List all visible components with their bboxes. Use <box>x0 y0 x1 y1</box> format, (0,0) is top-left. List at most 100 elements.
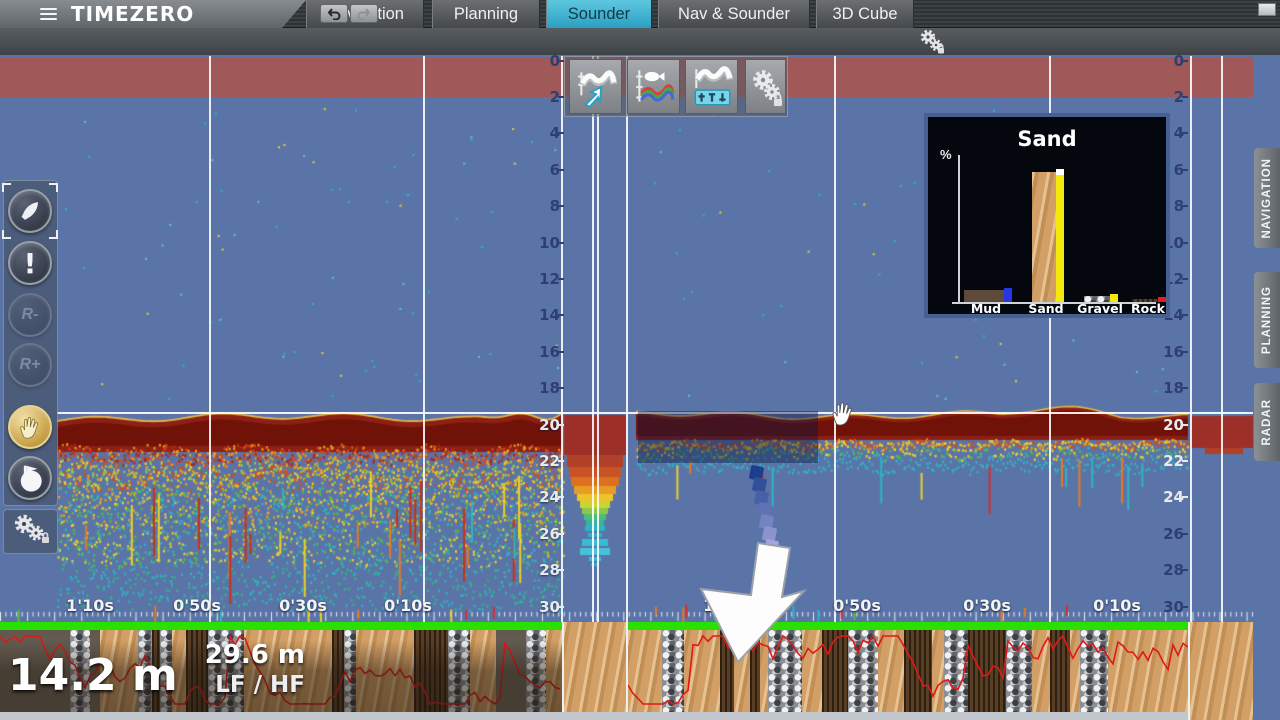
sounder-settings-button[interactable] <box>745 59 786 114</box>
range-minus-icon: R- <box>22 306 39 324</box>
depth-label: 16 <box>1144 343 1184 361</box>
depth-tick <box>1182 205 1188 207</box>
depth-tick <box>1182 132 1188 134</box>
tab-sounder[interactable]: Sounder <box>546 0 652 28</box>
range-in-button[interactable]: R+ <box>6 341 54 389</box>
sidebar-tab-planning[interactable]: PLANNING <box>1254 272 1280 368</box>
depth-label: 2 <box>1144 88 1184 106</box>
popup-bar-cap <box>1056 169 1064 175</box>
popup-bar-accent <box>1056 170 1064 302</box>
workspace-settings-button[interactable] <box>916 28 950 55</box>
depth-label: 26 <box>520 525 560 543</box>
time-label: 0'10s <box>373 596 443 615</box>
tab-label: Nav & Sounder <box>678 5 790 24</box>
depth-tick <box>1182 460 1188 462</box>
depth-label: 8 <box>520 197 560 215</box>
popup-y-axis-label: % <box>940 147 952 162</box>
depth-tick <box>1182 533 1188 535</box>
depth-label: 24 <box>1144 488 1184 506</box>
depth-tick <box>1182 351 1188 353</box>
undo-button[interactable] <box>320 4 348 23</box>
redo-button[interactable] <box>350 4 378 23</box>
depth-tick <box>1182 242 1188 244</box>
ascope-center-line <box>592 56 594 622</box>
depth-tick <box>558 242 564 244</box>
time-label: 1'10s <box>55 596 125 615</box>
tab-nav-and-sounder[interactable]: Nav & Sounder <box>658 0 810 28</box>
panel-divider-line <box>626 56 628 622</box>
echo-cursor-icon <box>573 64 619 110</box>
app-title: TIMEZERO <box>71 2 194 26</box>
depth-label: 6 <box>520 161 560 179</box>
depth-label: 22 <box>1144 452 1184 470</box>
depth-tick <box>1182 60 1188 62</box>
frequency-readout: LF / HF <box>195 672 305 698</box>
create-waypoint-button[interactable] <box>6 454 54 502</box>
time-label: 0'50s <box>162 596 232 615</box>
app-logo-plate: TIMEZERO <box>0 0 306 28</box>
exclamation-icon: ! <box>24 247 37 280</box>
depth-label: 22 <box>520 452 560 470</box>
depth-label: 2 <box>520 88 560 106</box>
bottom-classification-popup: Sand % MudSandGravelRock <box>924 113 1170 318</box>
tab-label: Planning <box>454 5 518 24</box>
depth-label: 10 <box>520 234 560 252</box>
panel-divider-line <box>561 56 563 622</box>
depth-tick <box>1182 169 1188 171</box>
depth-tick <box>558 387 564 389</box>
ascope-center-line <box>597 56 599 622</box>
depth-tick <box>558 351 564 353</box>
grid-line-vertical <box>834 56 836 622</box>
depth-tick <box>558 314 564 316</box>
time-label: 0'30s <box>268 596 338 615</box>
depth-label: 26 <box>1144 525 1184 543</box>
undo-icon <box>327 8 341 20</box>
echo-adjustments-button[interactable] <box>685 59 738 114</box>
depth-label: 20 <box>1144 416 1184 434</box>
sidebar-tab-label: PLANNING <box>1261 286 1273 354</box>
popup-bar-accent <box>1004 288 1012 302</box>
grid-line-vertical <box>209 56 211 622</box>
depth-tick <box>558 606 564 608</box>
tab-3d-cube[interactable]: 3D Cube <box>816 0 914 28</box>
depth-tick <box>558 569 564 571</box>
fish-display-button[interactable] <box>627 59 680 114</box>
window-button[interactable] <box>1258 3 1276 16</box>
fish-echo-icon <box>631 64 677 110</box>
depth-tick <box>1182 314 1188 316</box>
bottom-scrollbar[interactable] <box>0 712 1188 720</box>
sidebar-tab-label: NAVIGATION <box>1261 158 1273 239</box>
depth-tick <box>558 205 564 207</box>
tools-lock-button[interactable] <box>6 512 54 550</box>
gears-lock-icon <box>748 67 784 107</box>
sidebar-tab-radar[interactable]: RADAR <box>1254 383 1280 461</box>
range-out-button[interactable]: R- <box>6 291 54 339</box>
depth-tick <box>1182 278 1188 280</box>
depth-label: 30 <box>520 598 560 616</box>
event-mark-button[interactable]: ! <box>6 239 54 287</box>
menu-icon[interactable] <box>40 8 57 21</box>
gears-lock-icon <box>916 28 948 55</box>
divider-column <box>562 622 628 712</box>
depth-label: 14 <box>520 306 560 324</box>
echo-history-button[interactable] <box>569 59 622 114</box>
popup-category-label: Rock <box>1118 301 1178 316</box>
depth-tick <box>558 496 564 498</box>
pan-mode-button[interactable] <box>6 403 54 451</box>
popup-y-axis <box>958 155 960 302</box>
popup-category-label: Mud <box>956 301 1016 316</box>
echo-selection-box[interactable] <box>638 411 818 463</box>
bottom-quality-bar <box>0 622 562 630</box>
tab-planning[interactable]: Planning <box>432 0 540 28</box>
depth-label: 4 <box>520 124 560 142</box>
hand-icon <box>8 405 52 449</box>
depth-tick <box>558 132 564 134</box>
center-on-boat-button[interactable] <box>6 187 54 235</box>
depth-label: 12 <box>520 270 560 288</box>
depth-tick <box>1182 569 1188 571</box>
depth-tick <box>558 424 564 426</box>
depth-label: 18 <box>520 379 560 397</box>
sidebar-tab-label: RADAR <box>1261 399 1273 446</box>
sidebar-tab-navigation[interactable]: NAVIGATION <box>1254 148 1280 248</box>
depth-label: 16 <box>520 343 560 361</box>
